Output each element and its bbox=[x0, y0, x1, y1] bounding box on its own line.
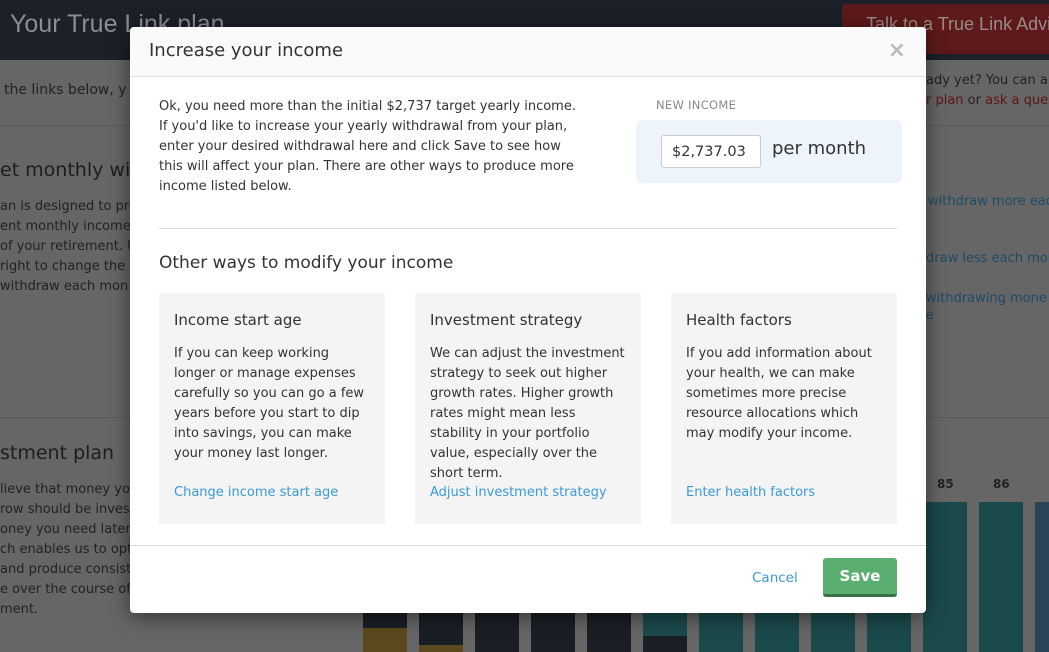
divider bbox=[159, 228, 897, 229]
bg-section2-title: stment plan bbox=[0, 442, 115, 464]
card-body: We can adjust the investment strategy to… bbox=[430, 346, 625, 481]
enter-health-factors-link[interactable]: Enter health factors bbox=[686, 485, 815, 500]
card-title: Income start age bbox=[174, 311, 302, 329]
cancel-button[interactable]: Cancel bbox=[752, 570, 798, 586]
bg-stop-withdrawing-link[interactable]: withdrawing mone bbox=[926, 291, 1047, 306]
footer-divider bbox=[130, 545, 926, 546]
bg-text-line: right to change the a bbox=[0, 259, 138, 274]
card-title: Health factors bbox=[686, 311, 792, 329]
bg-stop-withdrawing-link-2[interactable]: e bbox=[926, 308, 934, 323]
bg-text-line: row should be investe bbox=[0, 502, 143, 517]
bg-ask-link[interactable]: ask a ques bbox=[985, 93, 1049, 108]
bg-chart-label: 85 bbox=[937, 477, 954, 491]
bg-withdraw-less-link[interactable]: draw less each mon bbox=[926, 251, 1049, 266]
bg-intro-links: r plan or ask a ques bbox=[926, 93, 1049, 108]
change-income-start-age-link[interactable]: Change income start age bbox=[174, 485, 338, 500]
bg-chart-label: 86 bbox=[993, 477, 1010, 491]
bg-text-line: ch enables us to opt bbox=[0, 542, 133, 557]
bg-intro-left: the links below, y bbox=[4, 82, 127, 98]
card-health-factors: Health factors If you add information ab… bbox=[671, 293, 897, 524]
card-title: Investment strategy bbox=[430, 311, 583, 329]
new-income-input[interactable] bbox=[661, 135, 761, 168]
bg-text-line: an is designed to pro bbox=[0, 199, 137, 214]
modal-title: Increase your income bbox=[149, 40, 344, 61]
card-investment-strategy: Investment strategy We can adjust the in… bbox=[415, 293, 641, 524]
modal-header: Increase your income × bbox=[130, 27, 926, 77]
bg-plan-link[interactable]: r plan bbox=[926, 93, 964, 108]
close-icon[interactable]: × bbox=[888, 38, 906, 63]
bg-chart-bar-segment bbox=[363, 628, 407, 652]
bg-text-line: ent monthly income bbox=[0, 219, 131, 234]
bg-text-line: lieve that money you bbox=[0, 482, 139, 497]
new-income-label: NEW INCOME bbox=[656, 98, 737, 112]
bg-text-line: and produce consist bbox=[0, 562, 132, 577]
bg-text-line: ment. bbox=[0, 602, 39, 617]
bg-chart-bar bbox=[979, 502, 1023, 652]
bg-chart-bar-segment bbox=[643, 636, 687, 652]
bg-withdraw-more-link[interactable]: withdraw more eac bbox=[928, 194, 1049, 209]
card-income-start-age: Income start age If you can keep working… bbox=[159, 293, 385, 524]
bg-or: or bbox=[963, 93, 986, 108]
bg-chart-bar bbox=[1035, 502, 1049, 652]
increase-income-modal: Increase your income × Ok, you need more… bbox=[130, 27, 926, 613]
new-income-panel: per month bbox=[636, 120, 902, 183]
modal-intro-text: Ok, you need more than the initial $2,73… bbox=[159, 99, 576, 194]
bg-text-line: oney you need later bbox=[0, 522, 131, 537]
bg-text-line: withdraw each mon bbox=[0, 279, 129, 294]
adjust-investment-strategy-link[interactable]: Adjust investment strategy bbox=[430, 485, 607, 500]
bg-chart-bar bbox=[923, 502, 967, 652]
bg-intro-right: ady yet? You can als bbox=[926, 73, 1049, 88]
per-month-label: per month bbox=[772, 138, 867, 159]
other-ways-heading: Other ways to modify your income bbox=[159, 253, 454, 273]
save-button[interactable]: Save bbox=[823, 558, 897, 597]
card-body: If you can keep working longer or manage… bbox=[174, 346, 365, 461]
bg-intro-text: ady yet? You can als bbox=[926, 73, 1049, 88]
bg-section1-title: et monthly with bbox=[0, 159, 150, 181]
bg-chart-bar-segment bbox=[419, 645, 463, 652]
bg-text-line: of your retirement. U bbox=[0, 239, 137, 254]
bg-text-line: e over the course of y bbox=[0, 582, 143, 597]
card-body: If you add information about your health… bbox=[686, 346, 872, 441]
